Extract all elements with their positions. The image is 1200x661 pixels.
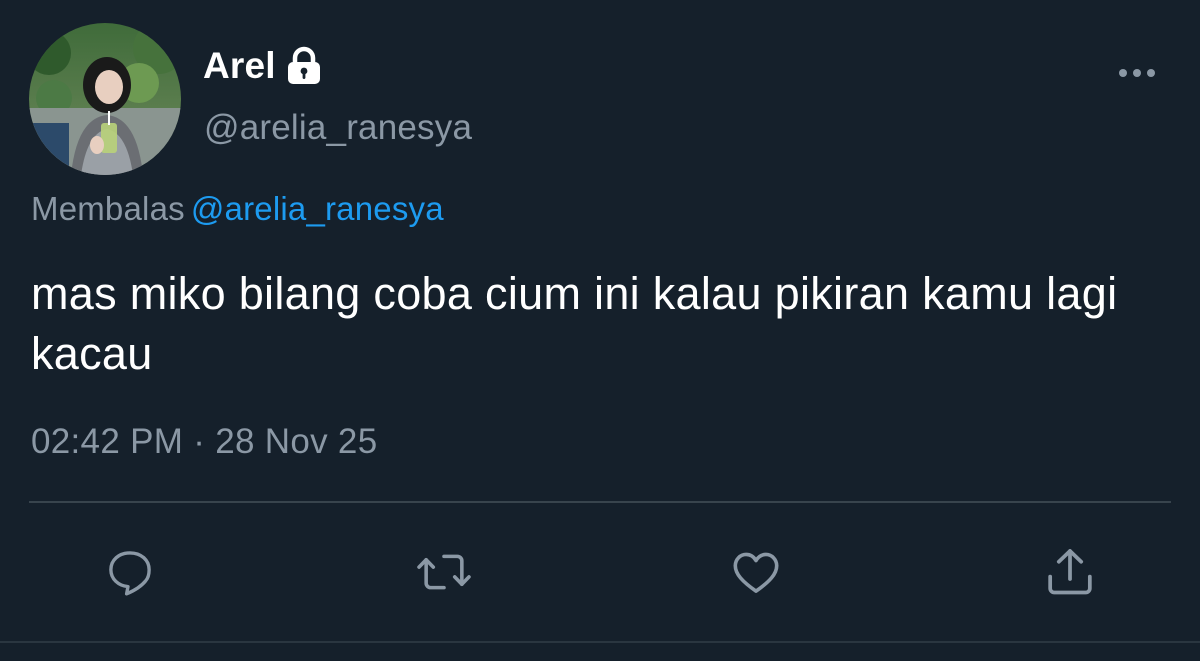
like-button[interactable]	[726, 542, 786, 602]
lock-icon	[285, 46, 323, 86]
display-name-text[interactable]: Arel	[203, 45, 276, 87]
retweet-button[interactable]	[414, 542, 474, 602]
retweet-icon	[417, 554, 471, 590]
tweet-timestamp[interactable]: 02:42 PM · 28 Nov 25	[31, 422, 377, 462]
heart-icon	[733, 552, 779, 593]
tweet-text: mas miko bilang coba cium ini kalau piki…	[31, 268, 1118, 379]
more-dots-icon	[1119, 69, 1155, 77]
user-handle[interactable]: @arelia_ranesya	[204, 108, 472, 148]
tweet-container: Arel @arelia_ranesya Membalas @arelia_ran…	[0, 0, 1200, 661]
comment-icon	[109, 551, 151, 596]
more-options-button[interactable]	[1113, 56, 1161, 90]
reply-mention-link[interactable]: @arelia_ranesya	[191, 190, 444, 227]
reply-context: Membalas @arelia_ranesya	[31, 190, 444, 228]
reply-button[interactable]	[100, 542, 160, 602]
share-icon	[1048, 549, 1092, 595]
divider	[29, 501, 1171, 503]
reply-prefix: Membalas	[31, 190, 185, 227]
display-name[interactable]: Arel	[203, 42, 323, 90]
share-button[interactable]	[1040, 542, 1100, 602]
avatar[interactable]	[29, 23, 181, 175]
bottom-divider	[0, 641, 1200, 643]
